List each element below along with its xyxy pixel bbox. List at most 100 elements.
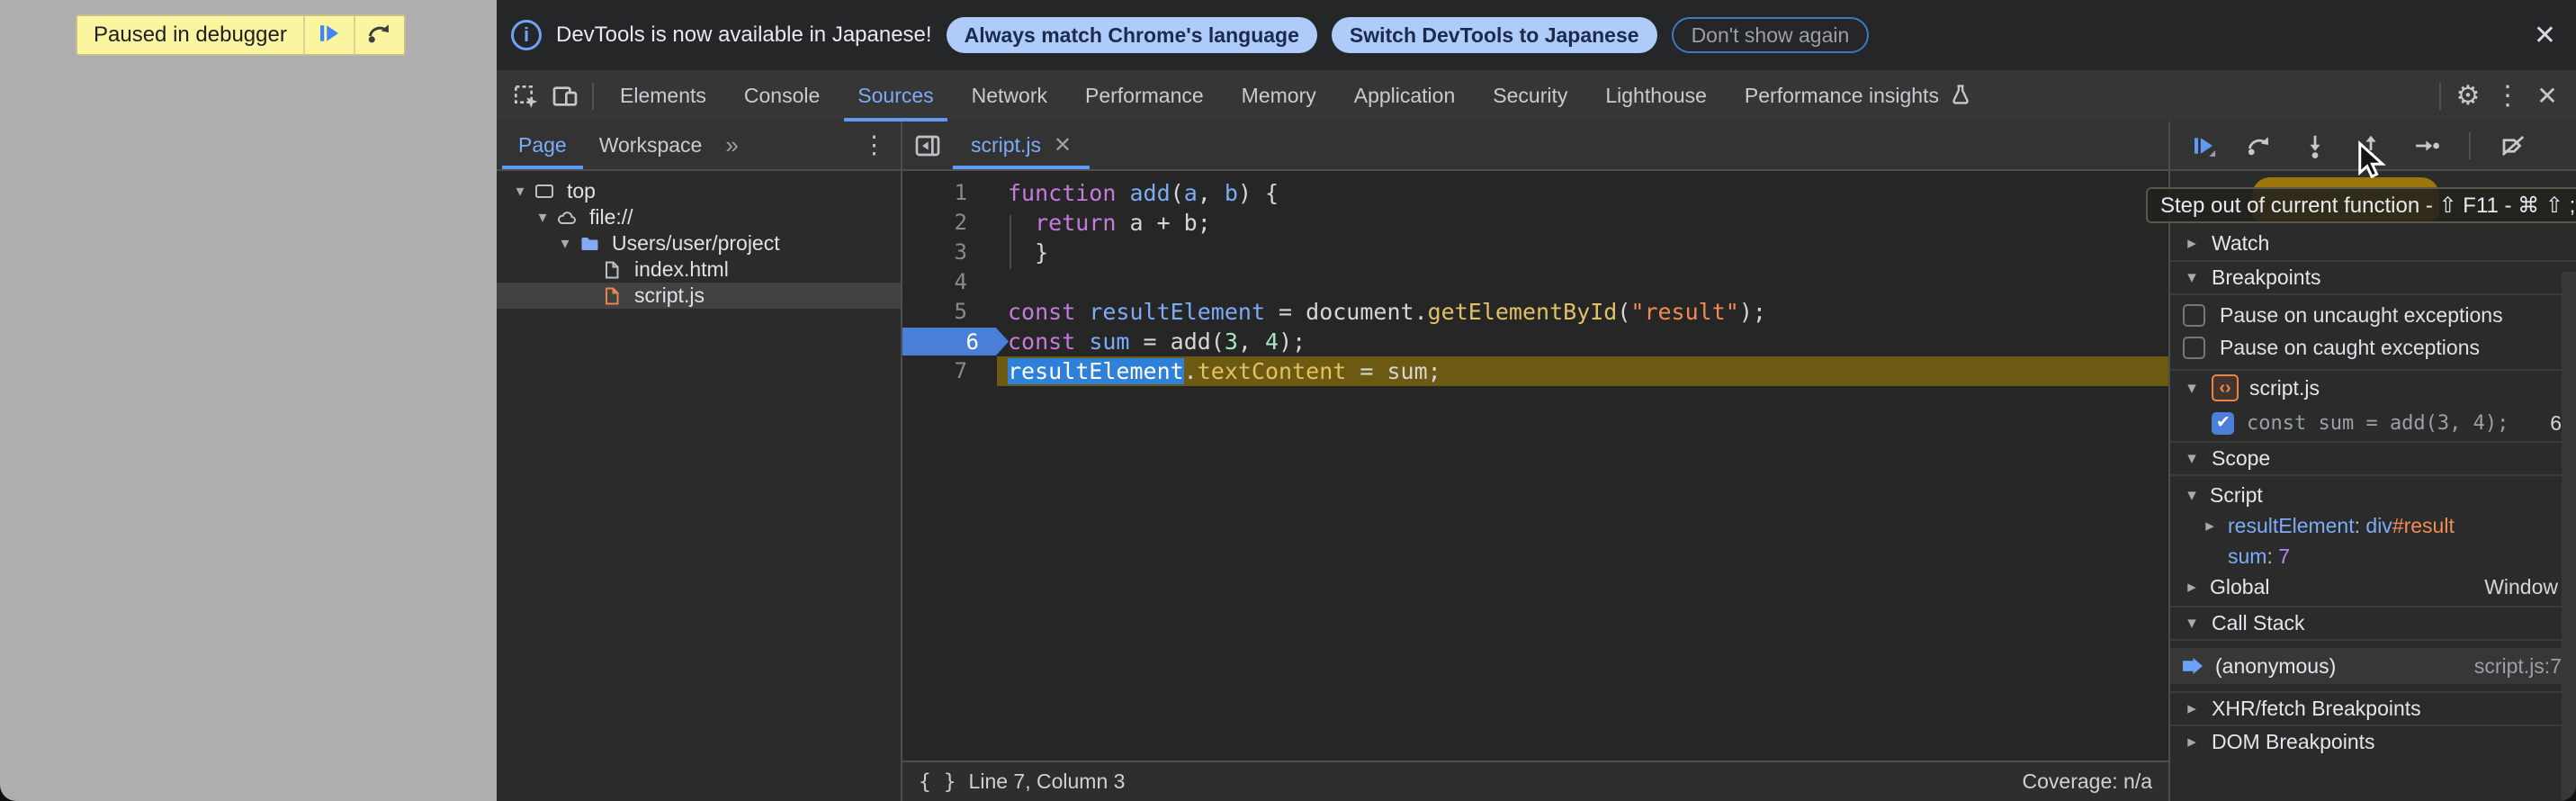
sidebar-scrollbar[interactable] — [2562, 272, 2576, 801]
code-line-4[interactable]: 4 — [902, 267, 2168, 297]
section-breakpoints[interactable]: ▾ Breakpoints — [2170, 260, 2576, 293]
tree-item-script-js[interactable]: script.js — [497, 283, 901, 309]
code-line-1[interactable]: 1function add(a, b) { — [902, 178, 2168, 208]
expanded-triangle-icon[interactable]: ▾ — [554, 234, 576, 253]
scope-var-sum[interactable]: sum: 7 — [2170, 541, 2576, 572]
navigator-menu-icon[interactable]: ⋮ — [848, 122, 901, 169]
code-editor[interactable]: 1function add(a, b) {2 return a + b;3 }4… — [902, 171, 2168, 760]
section-xhr-breakpoints[interactable]: ▸ XHR/fetch Breakpoints — [2170, 691, 2576, 724]
banner-step-over-button[interactable] — [354, 16, 404, 54]
devtools-close-icon[interactable]: ✕ — [2527, 76, 2567, 116]
breakpoint-badge[interactable]: 6 — [902, 328, 1009, 356]
collapsed-triangle-icon: ▸ — [2183, 732, 2201, 752]
tab-sources[interactable]: Sources — [839, 70, 952, 122]
step-into-icon[interactable] — [2302, 132, 2329, 159]
navigator-sidebar: Page Workspace » ⋮ ▾top▾file://▾Users/us… — [497, 122, 902, 801]
code-line-2[interactable]: 2 return a + b; — [902, 208, 2168, 238]
line-number-2[interactable]: 2 — [902, 208, 997, 238]
line-number-3[interactable]: 3 — [902, 238, 997, 267]
tab-performance-insights[interactable]: Performance insights — [1726, 70, 1992, 122]
tab-network[interactable]: Network — [953, 70, 1066, 122]
switch-to-japanese-button[interactable]: Switch DevTools to Japanese — [1332, 17, 1657, 53]
frame-location: script.js:7 — [2474, 654, 2562, 679]
expanded-triangle-icon: ▾ — [2183, 613, 2201, 634]
scope-var-resultelement[interactable]: ▸ resultElement: div#result — [2170, 510, 2576, 541]
scope-script-row[interactable]: ▾ Script — [2170, 480, 2576, 510]
more-options-icon[interactable]: ⋮ — [2488, 76, 2527, 116]
code-line-content: resultElement.textContent = sum; — [997, 356, 2168, 386]
tab-application[interactable]: Application — [1335, 70, 1475, 122]
editor-tab-scriptjs[interactable]: script.js ✕ — [953, 122, 1090, 169]
tree-item-users-user-project[interactable]: ▾ Users/user/project — [497, 230, 901, 256]
pause-uncaught-label: Pause on uncaught exceptions — [2220, 303, 2503, 328]
section-scope[interactable]: ▾ Scope — [2170, 441, 2576, 474]
always-match-language-button[interactable]: Always match Chrome's language — [947, 17, 1317, 53]
device-toolbar-icon[interactable] — [545, 76, 585, 116]
tab-label: Application — [1354, 84, 1456, 108]
section-watch[interactable]: ▸ Watch — [2170, 227, 2576, 260]
tab-lighthouse[interactable]: Lighthouse — [1586, 70, 1726, 122]
tab-label: Performance — [1085, 84, 1204, 108]
var-value-tag: div — [2365, 514, 2392, 537]
tab-elements[interactable]: Elements — [601, 70, 725, 122]
line-number-5[interactable]: 5 — [902, 297, 997, 327]
breakpoint-file-group[interactable]: ▾ ‹› script.js — [2170, 369, 2576, 405]
editor-pane: script.js ✕ 1function add(a, b) {2 retur… — [902, 122, 2168, 801]
scope-global-row[interactable]: ▸ Global Window — [2170, 572, 2576, 602]
breakpoint-code: const sum = add(3, 4); — [2247, 412, 2509, 435]
format-pretty-print-icon[interactable]: { } — [919, 770, 956, 794]
pause-caught-row[interactable]: Pause on caught exceptions — [2170, 331, 2576, 364]
dont-show-again-button[interactable]: Don't show again — [1672, 17, 1870, 53]
line-number-4[interactable]: 4 — [902, 267, 997, 297]
deactivate-breakpoints-icon[interactable] — [2500, 132, 2527, 159]
tree-item-label: Users/user/project — [612, 231, 780, 256]
indent-guide — [1010, 215, 1011, 269]
tree-item-index-html[interactable]: index.html — [497, 256, 901, 283]
resume-script-icon[interactable] — [2190, 132, 2217, 159]
code-line-6[interactable]: 6const sum = add(3, 4); — [902, 327, 2168, 356]
editor-tab-close-icon[interactable]: ✕ — [1054, 132, 1072, 158]
breakpoint-file-label: script.js — [2249, 376, 2320, 400]
line-number-6[interactable]: 6 — [902, 327, 997, 356]
file-tree: ▾top▾file://▾Users/user/project index.ht… — [497, 171, 901, 801]
inspect-element-icon[interactable] — [506, 76, 545, 116]
tab-console[interactable]: Console — [725, 70, 839, 122]
line-number-1[interactable]: 1 — [902, 178, 997, 208]
watch-label: Watch — [2212, 231, 2269, 256]
breakpoint-entry[interactable]: const sum = add(3, 4); 6 — [2170, 405, 2576, 441]
step-over-icon[interactable] — [2246, 132, 2273, 159]
code-line-5[interactable]: 5const resultElement = document.getEleme… — [902, 297, 2168, 327]
expanded-triangle-icon[interactable]: ▾ — [532, 208, 553, 227]
code-line-3[interactable]: 3 } — [902, 238, 2168, 267]
infobar-message: DevTools is now available in Japanese! — [556, 22, 932, 48]
tree-item-file-[interactable]: ▾file:// — [497, 204, 901, 230]
spacer — [577, 286, 598, 305]
tree-item-top[interactable]: ▾top — [497, 178, 901, 204]
pause-caught-checkbox[interactable] — [2183, 337, 2205, 359]
hide-navigator-icon[interactable] — [902, 122, 953, 169]
expanded-triangle-icon[interactable]: ▾ — [509, 182, 531, 201]
line-number-7[interactable]: 7 — [902, 356, 997, 386]
banner-resume-button[interactable] — [303, 16, 354, 54]
expanded-triangle-icon: ▾ — [2183, 448, 2201, 469]
section-call-stack[interactable]: ▾ Call Stack — [2170, 606, 2576, 639]
language-infobar: i DevTools is now available in Japanese!… — [497, 0, 2576, 70]
tab-workspace[interactable]: Workspace — [583, 122, 719, 169]
section-dom-breakpoints[interactable]: ▸ DOM Breakpoints — [2170, 724, 2576, 758]
tab-security[interactable]: Security — [1474, 70, 1586, 122]
tab-performance[interactable]: Performance — [1066, 70, 1223, 122]
more-tabs-chevron-icon[interactable]: » — [718, 122, 745, 169]
step-over-icon — [366, 20, 393, 51]
call-stack-frame[interactable]: (anonymous) script.js:7 — [2170, 648, 2576, 684]
code-line-content — [997, 267, 2168, 297]
pause-uncaught-checkbox[interactable] — [2183, 304, 2205, 327]
breakpoint-checkbox[interactable] — [2212, 412, 2234, 435]
step-icon[interactable] — [2413, 132, 2440, 159]
settings-gear-icon[interactable]: ⚙ — [2448, 76, 2488, 116]
infobar-close-icon[interactable]: ✕ — [2534, 20, 2556, 51]
tab-page[interactable]: Page — [502, 122, 583, 169]
call-stack-label: Call Stack — [2212, 611, 2305, 635]
tab-memory[interactable]: Memory — [1223, 70, 1335, 122]
code-line-7[interactable]: 7resultElement.textContent = sum; — [902, 356, 2168, 386]
pause-uncaught-row[interactable]: Pause on uncaught exceptions — [2170, 299, 2576, 331]
